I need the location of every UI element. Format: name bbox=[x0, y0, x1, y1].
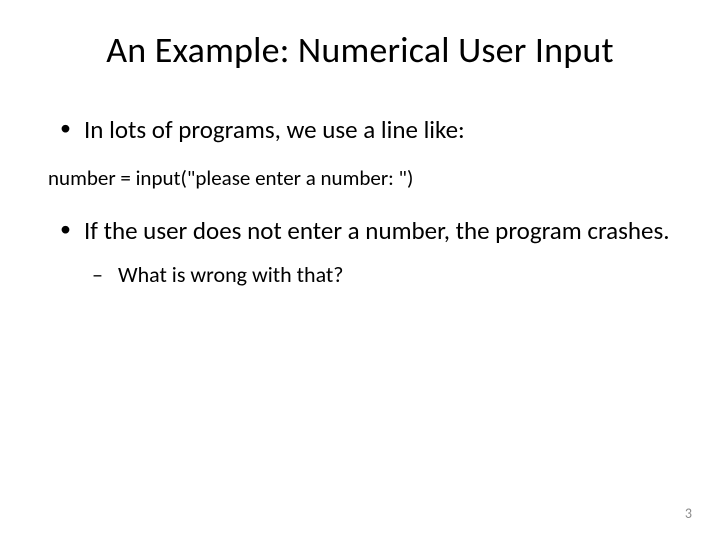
bullet-2-text: If the user does not enter a number, the… bbox=[84, 215, 670, 246]
bullet-list: In lots of programs, we use a line like: bbox=[48, 114, 672, 145]
sub-bullet-list: What is wrong with that? bbox=[84, 261, 672, 290]
code-line: number = input("please enter a number: "… bbox=[48, 165, 672, 191]
page-number: 3 bbox=[685, 505, 692, 522]
bullet-list-2: If the user does not enter a number, the… bbox=[48, 215, 672, 289]
bullet-1: In lots of programs, we use a line like: bbox=[48, 114, 672, 145]
sub-bullet-1: What is wrong with that? bbox=[84, 261, 672, 290]
bullet-1-text: In lots of programs, we use a line like: bbox=[84, 114, 465, 145]
slide: An Example: Numerical User Input In lots… bbox=[0, 0, 720, 540]
sub-bullet-1-text: What is wrong with that? bbox=[118, 261, 343, 288]
bullet-2: If the user does not enter a number, the… bbox=[48, 215, 672, 289]
slide-title: An Example: Numerical User Input bbox=[48, 28, 672, 72]
